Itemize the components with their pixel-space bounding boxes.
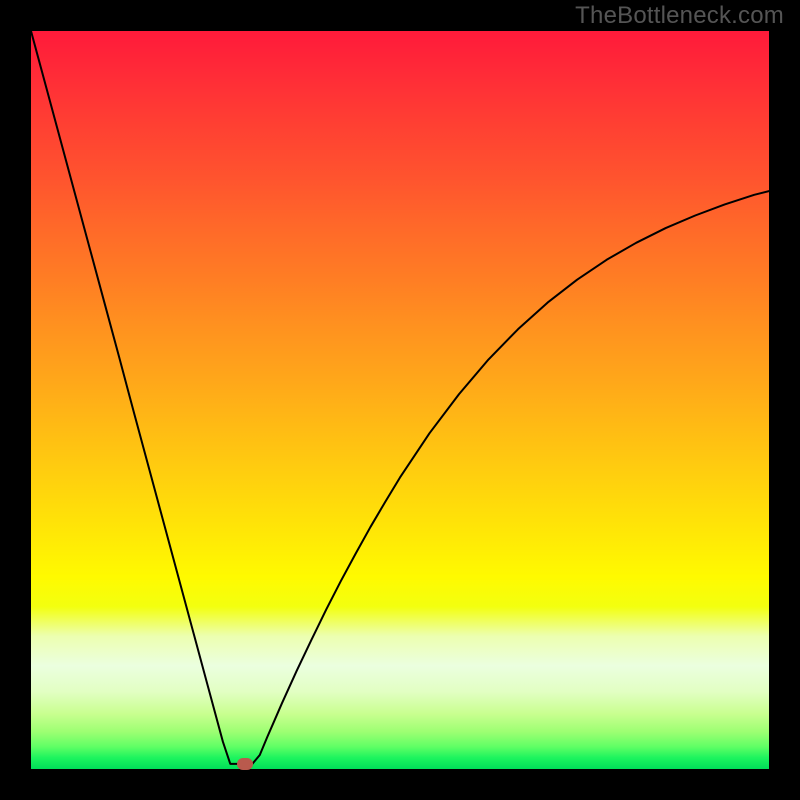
- chart-stage: TheBottleneck.com: [0, 0, 800, 800]
- curve-svg: [31, 31, 769, 769]
- bottleneck-curve: [31, 31, 769, 764]
- curve-minimum-marker: [237, 758, 253, 770]
- plot-area: [31, 31, 769, 769]
- watermark-label: TheBottleneck.com: [575, 2, 784, 30]
